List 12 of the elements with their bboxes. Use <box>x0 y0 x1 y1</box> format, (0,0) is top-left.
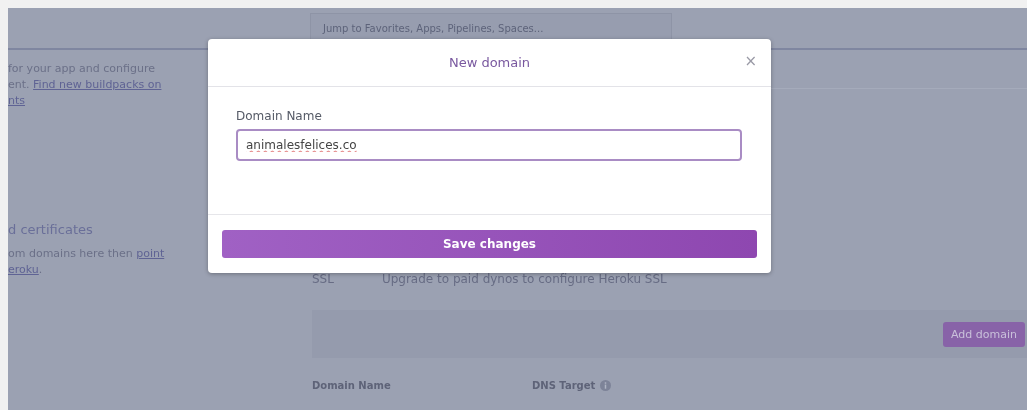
text-link[interactable]: eroku <box>8 263 39 276</box>
save-changes-button[interactable]: Save changes <box>222 230 757 258</box>
field-label: Domain Name <box>236 109 323 123</box>
column-header: DNS Target <box>532 380 596 391</box>
info-icon[interactable] <box>600 380 612 391</box>
column-header: Domain Name <box>312 380 391 391</box>
domain-name-field[interactable]: animalesfelices.co <box>236 129 742 161</box>
text-link[interactable]: point <box>136 247 165 260</box>
text-link[interactable]: nts <box>8 94 25 107</box>
modal-title: New domain <box>448 55 531 70</box>
add-domain-button[interactable]: Add domain <box>943 321 1025 347</box>
close-icon[interactable]: × <box>744 52 757 70</box>
